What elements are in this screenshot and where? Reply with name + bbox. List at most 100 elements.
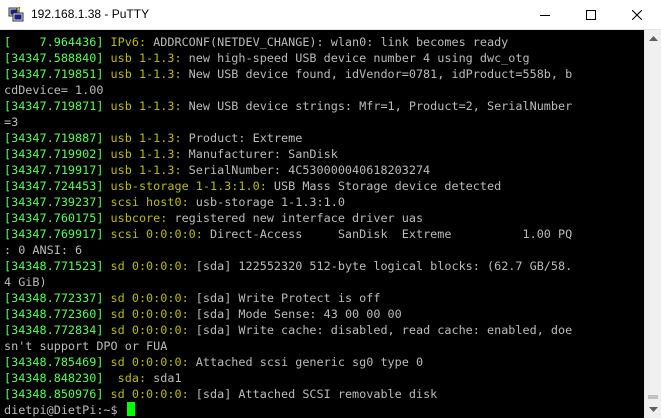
log-message: cdDevice= 1.00 xyxy=(4,83,104,97)
terminal-line: [34347.719902] usb 1-1.3: Manufacturer: … xyxy=(4,146,572,162)
terminal-line: [34348.848230] sda: sda1 xyxy=(4,370,572,386)
log-message: [sda] Write cache: disabled, read cache:… xyxy=(188,323,573,337)
log-source: usb-storage 1-1.3:1.0: xyxy=(110,179,267,193)
log-source: usb 1-1.3: xyxy=(110,131,182,145)
log-source: usb 1-1.3: xyxy=(110,99,182,113)
terminal-line: [34347.588840] usb 1-1.3: new high-speed… xyxy=(4,50,572,66)
close-button[interactable] xyxy=(614,0,660,30)
terminal-line: [34347.719887] usb 1-1.3: Product: Extre… xyxy=(4,130,572,146)
log-source: usb 1-1.3: xyxy=(110,51,182,65)
scrollbar-thumb[interactable] xyxy=(648,395,658,399)
log-message: =3 xyxy=(4,115,19,129)
log-source: sd 0:0:0:0: xyxy=(110,387,189,401)
shell-prompt: dietpi@DietPi:~$ xyxy=(4,403,125,417)
log-source: sd 0:0:0:0: xyxy=(110,291,189,305)
log-timestamp: [34348.785469] xyxy=(4,355,104,369)
terminal-line: [34348.850976] sd 0:0:0:0: [sda] Attache… xyxy=(4,386,572,402)
terminal-line: [34348.772834] sd 0:0:0:0: [sda] Write c… xyxy=(4,322,572,338)
text-cursor xyxy=(126,402,135,416)
log-timestamp: [34347.769917] xyxy=(4,227,104,241)
close-icon xyxy=(632,10,642,20)
log-message: Attached scsi generic sg0 type 0 xyxy=(188,355,424,369)
log-timestamp: [34347.760175] xyxy=(4,211,104,225)
log-timestamp: [34347.719917] xyxy=(4,163,104,177)
title-bar[interactable]: 192.168.1.38 - PuTTY xyxy=(0,0,661,30)
log-message: new high-speed USB device number 4 using… xyxy=(181,51,530,65)
log-message: New USB device strings: Mfr=1, Product=2… xyxy=(181,99,573,113)
log-source: sd 0:0:0:0: xyxy=(110,259,189,273)
log-timestamp: [34347.739237] xyxy=(4,195,104,209)
log-message: ADDRCONF(NETDEV_CHANGE): wlan0: link bec… xyxy=(146,35,509,49)
log-message: : 0 ANSI: 6 xyxy=(4,243,83,257)
log-source: usb 1-1.3: xyxy=(110,67,182,81)
log-source: usb 1-1.3: xyxy=(110,163,182,177)
log-timestamp: [34348.772834] xyxy=(4,323,104,337)
putty-icon[interactable] xyxy=(8,6,24,23)
terminal-line: [34347.719917] usb 1-1.3: SerialNumber: … xyxy=(4,162,572,178)
terminal-line: [34348.772337] sd 0:0:0:0: [sda] Write P… xyxy=(4,290,572,306)
log-timestamp: [34348.848230] xyxy=(4,371,104,385)
maximize-button[interactable] xyxy=(568,0,614,30)
log-message: sn't support DPO or FUA xyxy=(4,339,168,353)
terminal-line: : 0 ANSI: 6 xyxy=(4,242,572,258)
scroll-up-button[interactable] xyxy=(645,30,661,47)
log-message: [sda] Write Protect is off xyxy=(188,291,381,305)
maximize-icon xyxy=(586,10,596,20)
vertical-scrollbar[interactable] xyxy=(644,30,661,418)
log-timestamp: [34347.719871] xyxy=(4,99,104,113)
log-message: USB Mass Storage device detected xyxy=(266,179,502,193)
log-timestamp: [34347.724453] xyxy=(4,179,104,193)
log-source: IPv6: xyxy=(110,35,147,49)
terminal-line: [34347.719851] usb 1-1.3: New USB device… xyxy=(4,66,572,82)
terminal-line: [34347.739237] scsi host0: usb-storage 1… xyxy=(4,194,572,210)
log-message: [sda] 122552320 512-byte logical blocks:… xyxy=(188,259,573,273)
log-timestamp: [34347.719902] xyxy=(4,147,104,161)
terminal-line: [34347.719871] usb 1-1.3: New USB device… xyxy=(4,98,572,114)
log-source: usbcore: xyxy=(110,211,168,225)
window-title: 192.168.1.38 - PuTTY xyxy=(31,7,150,21)
terminal-line: [34348.771523] sd 0:0:0:0: [sda] 1225523… xyxy=(4,258,572,274)
terminal-line: =3 xyxy=(4,114,572,130)
terminal-line: cdDevice= 1.00 xyxy=(4,82,572,98)
log-source: usb 1-1.3: xyxy=(110,147,182,161)
log-message: registered new interface driver uas xyxy=(167,211,424,225)
log-timestamp: [ 7.964436] xyxy=(4,35,104,49)
log-message: [sda] Attached SCSI removable disk xyxy=(188,387,438,401)
terminal-line: [34347.769917] scsi 0:0:0:0: Direct-Acce… xyxy=(4,226,572,242)
prompt-line[interactable]: dietpi@DietPi:~$ xyxy=(4,402,572,418)
terminal-line: [ 7.964436] IPv6: ADDRCONF(NETDEV_CHANGE… xyxy=(4,34,572,50)
scroll-up-arrow-icon xyxy=(649,36,658,41)
terminal-lines: [ 7.964436] IPv6: ADDRCONF(NETDEV_CHANGE… xyxy=(4,34,572,418)
log-timestamp: [34347.719887] xyxy=(4,131,104,145)
terminal-line: [34347.760175] usbcore: registered new i… xyxy=(4,210,572,226)
minimize-button[interactable] xyxy=(522,0,568,30)
log-timestamp: [34348.771523] xyxy=(4,259,104,273)
log-timestamp: [34348.772337] xyxy=(4,291,104,305)
log-message: sda1 xyxy=(146,371,182,385)
log-timestamp: [34348.850976] xyxy=(4,387,104,401)
log-message: [sda] Mode Sense: 43 00 00 00 xyxy=(188,307,402,321)
terminal-line: sn't support DPO or FUA xyxy=(4,338,572,354)
terminal-output[interactable]: [ 7.964436] IPv6: ADDRCONF(NETDEV_CHANGE… xyxy=(0,30,644,418)
log-source: sd 0:0:0:0: xyxy=(110,323,189,337)
log-message: usb-storage 1-1.3:1.0 xyxy=(188,195,345,209)
log-timestamp: [34347.719851] xyxy=(4,67,104,81)
log-source: sda: xyxy=(110,371,147,385)
terminal-line: 4 GiB) xyxy=(4,274,572,290)
terminal-line: [34348.785469] sd 0:0:0:0: Attached scsi… xyxy=(4,354,572,370)
scroll-down-button[interactable] xyxy=(645,401,661,418)
log-message: Manufacturer: SanDisk xyxy=(181,147,338,161)
log-source: scsi host0: xyxy=(110,195,189,209)
log-message: Product: Extreme xyxy=(181,131,303,145)
terminal-line: [34348.772360] sd 0:0:0:0: [sda] Mode Se… xyxy=(4,306,572,322)
log-timestamp: [34348.772360] xyxy=(4,307,104,321)
log-source: scsi 0:0:0:0: xyxy=(110,227,203,241)
log-source: sd 0:0:0:0: xyxy=(110,307,189,321)
log-message: SerialNumber: 4C530000040618203274 xyxy=(181,163,431,177)
minimize-icon xyxy=(540,15,550,16)
log-message: 4 GiB) xyxy=(4,275,47,289)
log-message: Direct-Access SanDisk Extreme 1.00 PQ xyxy=(202,227,573,241)
log-timestamp: [34347.588840] xyxy=(4,51,104,65)
terminal-line: [34347.724453] usb-storage 1-1.3:1.0: US… xyxy=(4,178,572,194)
scroll-down-arrow-icon xyxy=(649,407,658,412)
